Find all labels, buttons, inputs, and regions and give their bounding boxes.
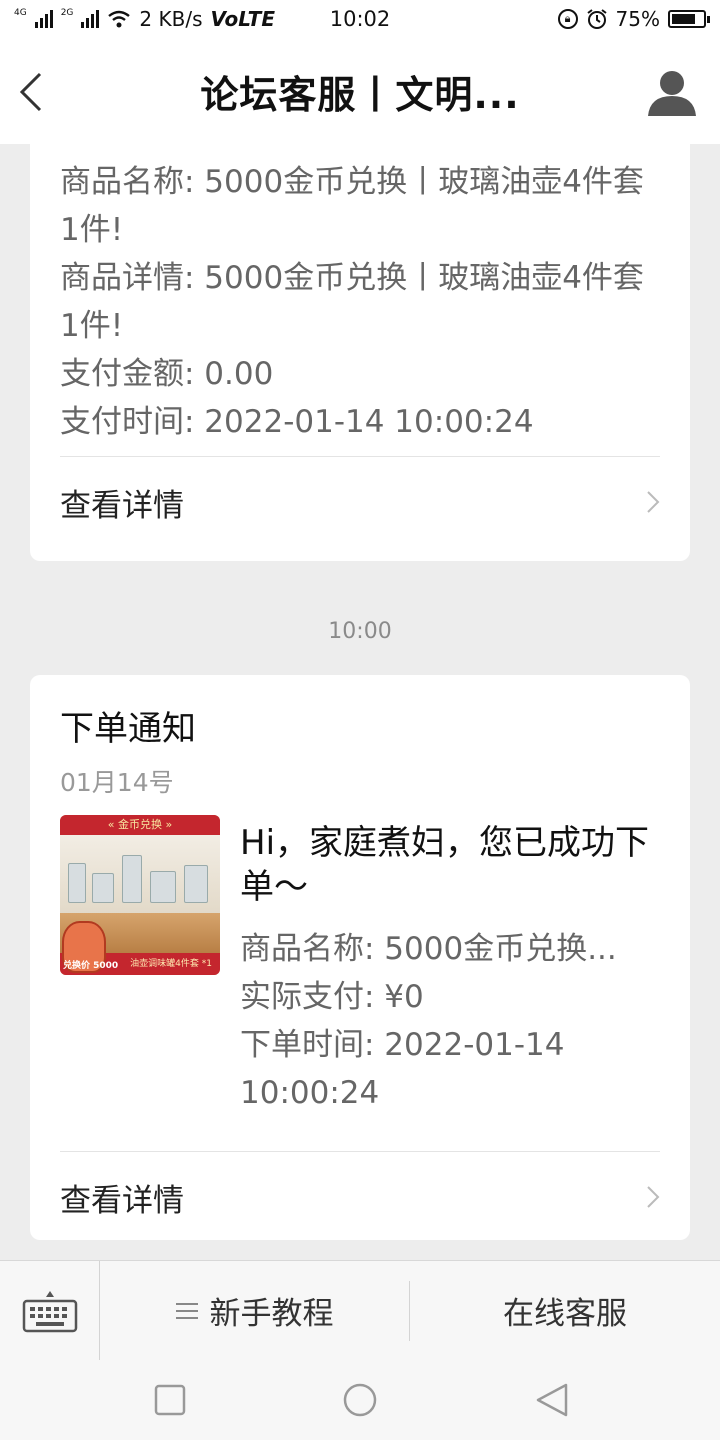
bottom-menu-bar: 新手教程 在线客服: [0, 1260, 720, 1360]
back-button[interactable]: [14, 70, 54, 114]
actual-payment-line: 实际支付: ¥0: [240, 979, 424, 1015]
order-message-card: 商品名称: 5000金币兑换丨玻璃油壶4件套1件! 商品详情: 5000金币兑换…: [30, 144, 690, 561]
chat-scroll-area[interactable]: 商品名称: 5000金币兑换丨玻璃油壶4件套1件! 商品详情: 5000金币兑换…: [0, 144, 720, 1260]
payment-time-line: 支付时间: 2022-01-14 10:00:24: [60, 404, 534, 440]
order-time-line: 下单时间: 2022-01-14 10:00:24: [240, 1027, 565, 1111]
notification-headline: Hi，家庭煮妇，您已成功下单～: [240, 823, 650, 907]
wifi-icon: [108, 10, 131, 28]
back-nav-button[interactable]: [534, 1382, 570, 1418]
divider: [60, 1151, 660, 1152]
title-bar: 论坛客服丨文明...: [0, 38, 720, 144]
keyboard-icon: [22, 1290, 77, 1332]
view-details-row[interactable]: 查看详情: [60, 472, 660, 532]
status-bar: 4G 2G 2 KB/s VoLTE 10:02 🔒︎ 75%: [0, 0, 720, 38]
view-details-label: 查看详情: [60, 487, 184, 524]
alarm-icon: [586, 9, 607, 29]
order-notification-card: 下单通知 01月14号 « 金币兑换 » 油壶调味罐4件套 *1 兑换价 500…: [30, 675, 690, 1240]
network-type-1: 4G: [14, 8, 27, 18]
view-details-row[interactable]: 查看详情: [60, 1167, 660, 1227]
jar-1: [68, 863, 86, 903]
rotation-lock-icon: 🔒︎: [557, 9, 578, 29]
divider: [60, 456, 660, 457]
chevron-right-icon: [647, 1186, 660, 1208]
order-details-list: 商品名称: 5000金币兑换丨玻璃油壶4件套1件! 商品详情: 5000金币兑换…: [30, 144, 690, 446]
profile-icon[interactable]: [646, 66, 698, 118]
notification-date: 01月14号: [60, 768, 174, 797]
menu-online-service[interactable]: 在线客服: [410, 1281, 720, 1341]
battery-icon: [668, 10, 710, 28]
menu-icon: [175, 1302, 198, 1319]
product-thumbnail[interactable]: « 金币兑换 » 油壶调味罐4件套 *1 兑换价 5000: [60, 815, 220, 975]
recents-button[interactable]: [152, 1382, 188, 1418]
notification-title: 下单通知: [60, 709, 196, 749]
home-button[interactable]: [342, 1382, 378, 1418]
view-details-label: 查看详情: [60, 1182, 184, 1219]
notification-info: Hi，家庭煮妇，您已成功下单～ 商品名称: 5000金币兑换... 实际支付: …: [240, 821, 660, 1117]
product-name-line: 商品名称: 5000金币兑换...: [240, 931, 617, 967]
signal-icon-2: [81, 10, 100, 28]
product-detail-line: 商品详情: 5000金币兑换丨玻璃油壶4件套1件!: [60, 260, 644, 344]
signal-icon: [34, 10, 53, 28]
menu-item-label: 在线客服: [503, 1296, 627, 1332]
message-timestamp: 10:00: [328, 619, 392, 644]
network-type-2: 2G: [60, 8, 74, 18]
menu-beginner-tutorial[interactable]: 新手教程: [100, 1280, 410, 1341]
battery-percent: 75%: [615, 7, 660, 31]
thumb-top-label: « 金币兑换 »: [60, 815, 220, 835]
jar-4: [150, 871, 176, 903]
volte-label: VoLTE: [210, 7, 275, 31]
keyboard-toggle-button[interactable]: [0, 1261, 100, 1360]
product-name-line: 商品名称: 5000金币兑换丨玻璃油壶4件套1件!: [60, 164, 644, 248]
payment-amount-line: 支付金额: 0.00: [60, 356, 274, 392]
system-nav-bar: [0, 1360, 720, 1440]
page-title: 论坛客服丨文明...: [200, 72, 520, 117]
thumb-price-label: 兑换价 5000: [63, 961, 119, 971]
jar-3: [122, 855, 142, 903]
network-speed: 2 KB/s: [139, 7, 203, 31]
jar-5: [184, 865, 208, 903]
chevron-right-icon: [647, 491, 660, 513]
menu-item-label: 新手教程: [209, 1296, 334, 1332]
jar-2: [92, 873, 114, 903]
